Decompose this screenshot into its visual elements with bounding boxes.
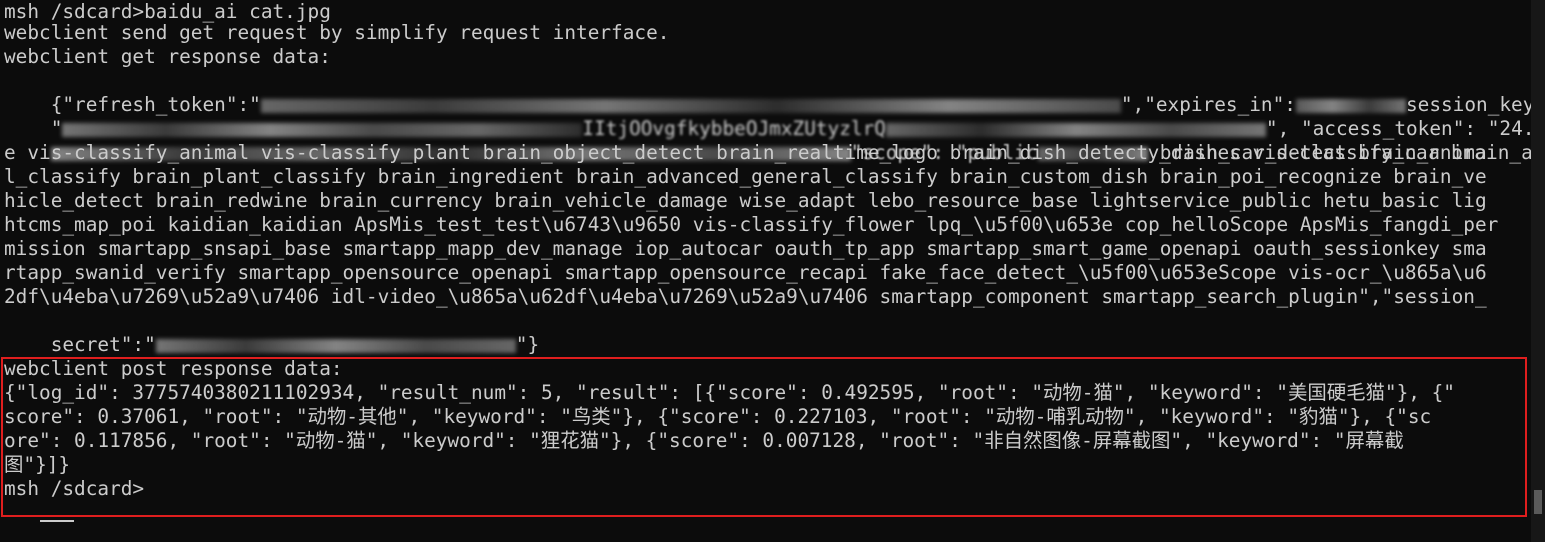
terminal-line: e vis-classify_animal vis-classify_plant…	[4, 141, 1487, 164]
terminal-line: rtapp_swanid_verify smartapp_opensource_…	[4, 261, 1487, 284]
terminal-text: secret":"	[50, 333, 156, 356]
terminal-line: {"log_id": 377574038021110293​4, "result…	[4, 381, 1455, 404]
terminal-line: score": 0.37061, "root": "动物-其他", "keywo…	[4, 405, 1432, 428]
terminal-line: hicle_detect brain_redwine brain_currenc…	[4, 189, 1487, 212]
terminal-line: l_classify brain_plant_classify brain_in…	[4, 165, 1487, 188]
terminal-line: mission smartapp_snsapi_base smartapp_ma…	[4, 237, 1487, 260]
redacted-block	[155, 338, 516, 353]
terminal-line: ore": 0.117856, "root": "动物-猫", "keyword…	[4, 429, 1404, 452]
terminal-line: webclient get response data:	[4, 45, 331, 68]
terminal-line: htcms_map_poi kaidian_kaidian ApsMis_tes…	[4, 213, 1499, 236]
text-cursor	[40, 520, 74, 522]
terminal-line: 2df\u4eba\u7269\u52a9\u7406 idl-video_\u…	[4, 285, 1487, 308]
terminal-line-redacted: {"refresh_token":" ","expires_in": session…	[4, 69, 1545, 116]
terminal-window[interactable]: msh /sdcard>baidu_ai cat.jpg webclient s…	[0, 0, 1545, 542]
terminal-line: 图"}]}	[4, 453, 71, 476]
terminal-text: "}	[515, 333, 540, 356]
terminal-line-redacted: secret":" "}	[4, 309, 539, 356]
vertical-scrollbar[interactable]	[1531, 0, 1545, 542]
terminal-prompt[interactable]: msh /sdcard>	[4, 477, 144, 501]
terminal-line: webclient send get request by simplify r…	[4, 21, 670, 44]
scrollbar-thumb[interactable]	[1534, 490, 1542, 514]
terminal-line: webclient post response data:	[4, 357, 343, 380]
terminal-line-redacted: " IItjOOvgfkybbeOJmxZUtyzlrQ ", "access_to…	[4, 93, 1545, 140]
terminal-line-redacted: "scope": "public y_dishes vis-classify_ca…	[4, 117, 1545, 164]
